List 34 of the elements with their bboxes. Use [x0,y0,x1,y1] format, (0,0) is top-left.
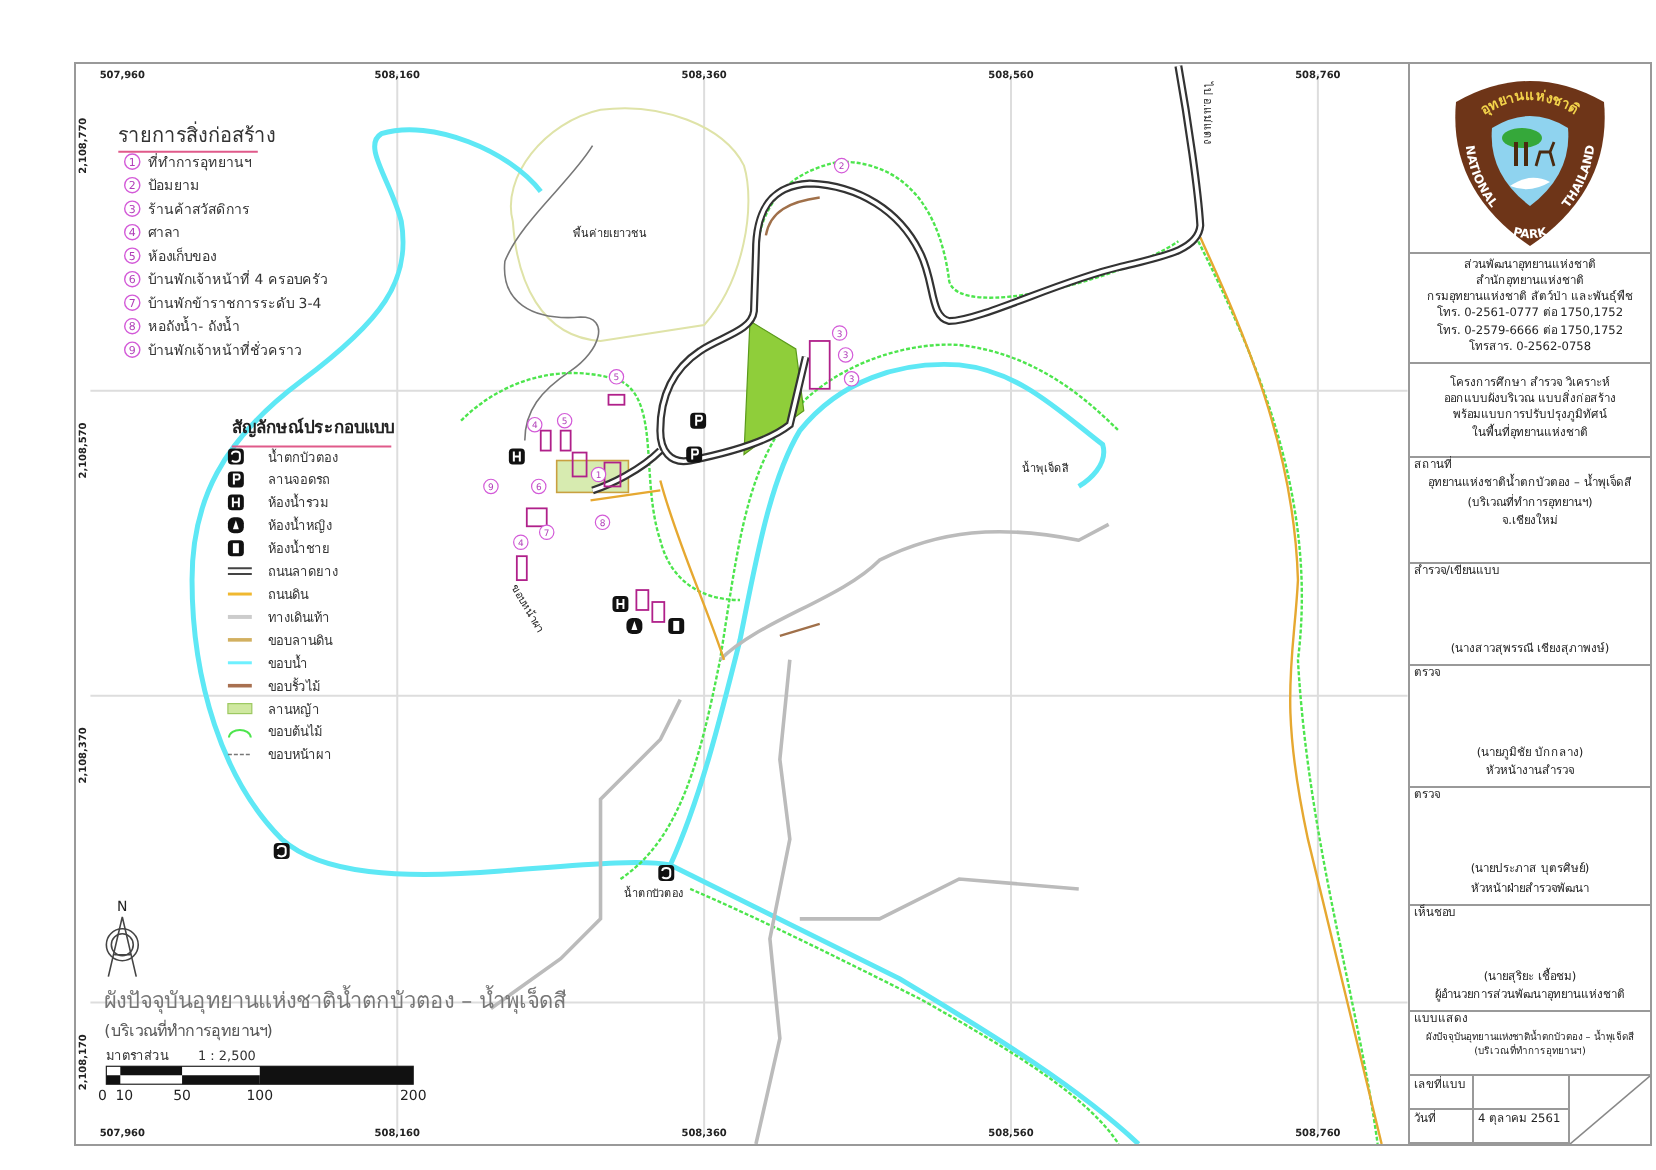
cliff-edge-symbol [227,753,253,756]
fence-symbol [227,683,252,688]
map-subtitle: (บริเวณที่ทำการอุทยานฯ) [104,1022,273,1041]
building-outline [525,507,548,528]
diagonal-line [1570,1076,1650,1145]
legend-title: รายการสิ่งก่อสร้าง [118,125,277,148]
north-arrow-icon [105,916,140,978]
lawn-symbol [227,703,253,715]
restroom-icon [227,494,244,511]
building-outline [515,555,528,581]
parking-icon [227,471,244,488]
building-outline [571,451,588,478]
female-restroom-icon [626,617,643,634]
tree-line-symbol [227,729,252,739]
footpath-symbol [227,614,252,619]
parking-icon [686,446,703,463]
male-restroom-icon [668,617,685,634]
male-restroom-icon [227,540,244,557]
building-outline [607,393,626,406]
parking-icon [690,412,707,429]
waterfall-icon [273,843,290,860]
yard-edge-symbol [227,638,252,642]
female-restroom-icon [227,517,244,534]
restroom-icon [508,448,525,465]
building-outline [603,461,622,488]
paved-road-symbol [226,567,253,576]
map-title: ผังปัจจุบันอุทยานแห่งชาติน้ำตกบัวตอง – น้ำพุเจ็ดสี [104,988,568,1015]
building-outline [808,340,831,390]
building-outline [539,429,552,452]
lawn-area [743,320,805,456]
water-edge-symbol [227,661,252,665]
restroom-icon [612,596,629,612]
waterfall-icon [658,865,675,881]
legend-underline [117,150,259,153]
